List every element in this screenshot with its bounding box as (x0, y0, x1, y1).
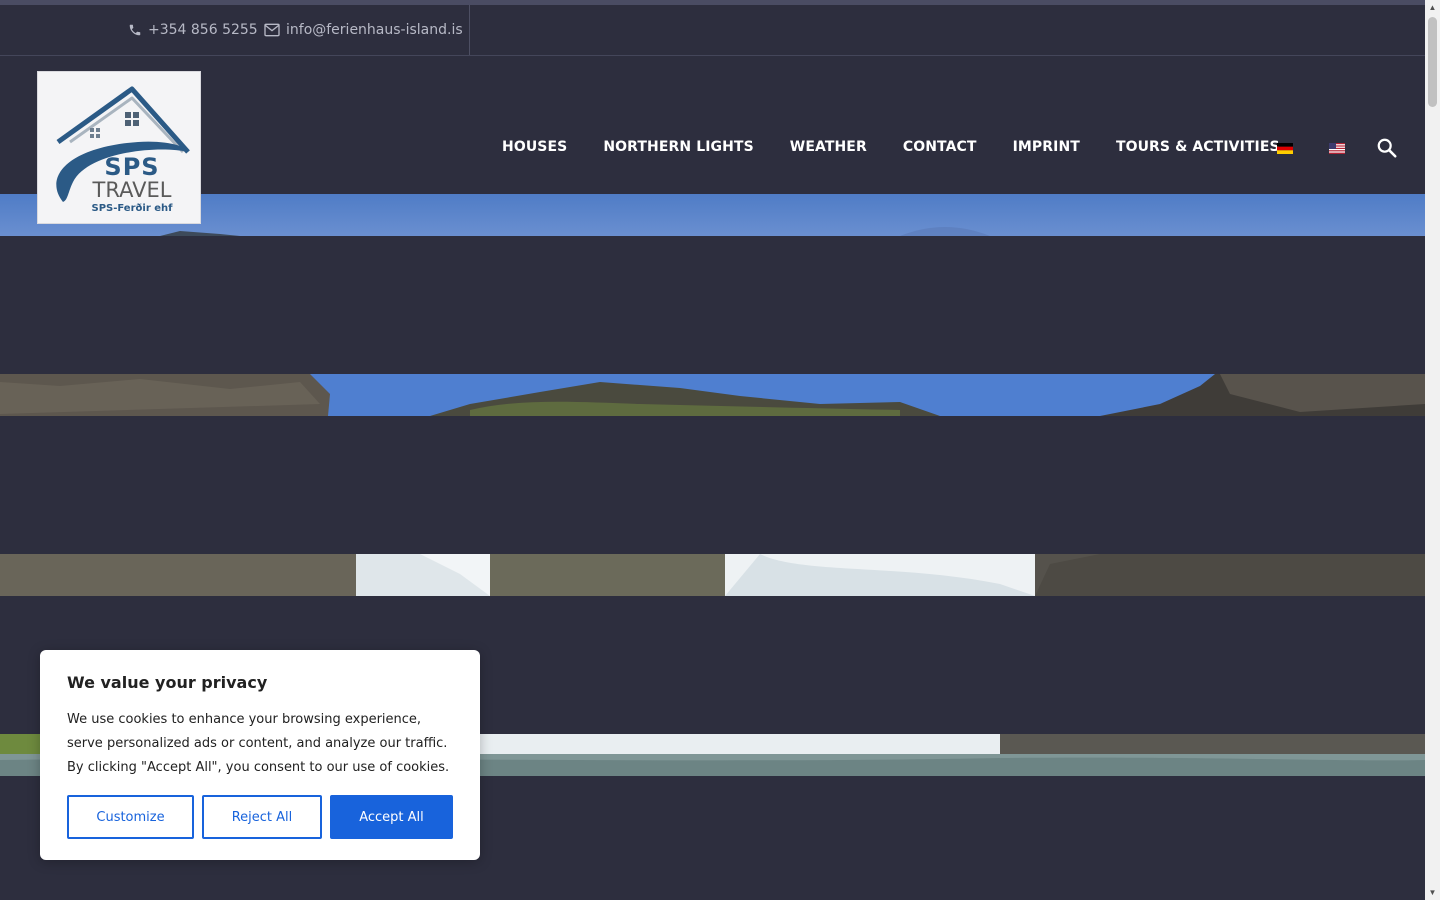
hero-image-strip (0, 554, 1425, 596)
scroll-down-arrow-icon[interactable]: ▼ (1425, 885, 1440, 900)
scroll-up-arrow-icon[interactable]: ▲ (1425, 0, 1440, 15)
site-logo[interactable]: SPS TRAVEL SPS-Ferðir ehf (37, 71, 201, 224)
email-address: info@ferienhaus-island.is (286, 22, 463, 38)
cookie-description: We use cookies to enhance your browsing … (67, 712, 450, 775)
mail-icon (264, 23, 280, 37)
logo-text-sps: SPS (104, 153, 159, 181)
phone-link[interactable]: +354 856 5255 (128, 5, 258, 55)
us-flag-icon[interactable] (1329, 143, 1345, 154)
nav-contact[interactable]: CONTACT (903, 139, 977, 155)
logo-graphic: SPS TRAVEL SPS-Ferðir ehf (56, 86, 190, 214)
phone-icon (129, 24, 141, 36)
nav-northern-lights[interactable]: NORTHERN LIGHTS (603, 139, 753, 155)
phone-number: +354 856 5255 (148, 22, 258, 38)
hero-image-strip (0, 374, 1425, 416)
hero-image-strip (0, 194, 1425, 236)
window-icon (125, 112, 139, 126)
email-link[interactable]: info@ferienhaus-island.is (264, 5, 463, 55)
topbar-divider (469, 5, 470, 55)
customize-button[interactable]: Customize (67, 795, 194, 839)
site-header: SPS TRAVEL SPS-Ferðir ehf HOUSES NORTHER… (0, 56, 1425, 224)
nav-tours-activities[interactable]: TOURS & ACTIVITIES (1116, 139, 1280, 155)
page: +354 856 5255 info@ferienhaus-island.is (0, 0, 1425, 900)
nav-weather[interactable]: WEATHER (790, 139, 867, 155)
logo-text-travel: TRAVEL (92, 178, 172, 202)
accept-all-button[interactable]: Accept All (330, 795, 453, 839)
cookie-title: We value your privacy (67, 673, 268, 692)
cookie-consent-dialog: We value your privacy We use cookies to … (40, 650, 480, 860)
nav-houses[interactable]: HOUSES (502, 139, 567, 155)
cookie-button-group: Customize Reject All Accept All (67, 795, 453, 839)
reject-all-button[interactable]: Reject All (202, 795, 322, 839)
logo-company: SPS-Ferðir ehf (92, 203, 174, 214)
german-flag-icon[interactable] (1277, 143, 1293, 154)
contact-bar: +354 856 5255 info@ferienhaus-island.is (0, 5, 1425, 56)
search-icon[interactable] (1376, 137, 1398, 159)
scrollbar-thumb[interactable] (1428, 17, 1437, 107)
nav-imprint[interactable]: IMPRINT (1013, 139, 1080, 155)
main-nav: HOUSES NORTHERN LIGHTS WEATHER CONTACT I… (484, 132, 1298, 162)
page-scrollbar[interactable]: ▲ ▼ (1425, 0, 1440, 900)
